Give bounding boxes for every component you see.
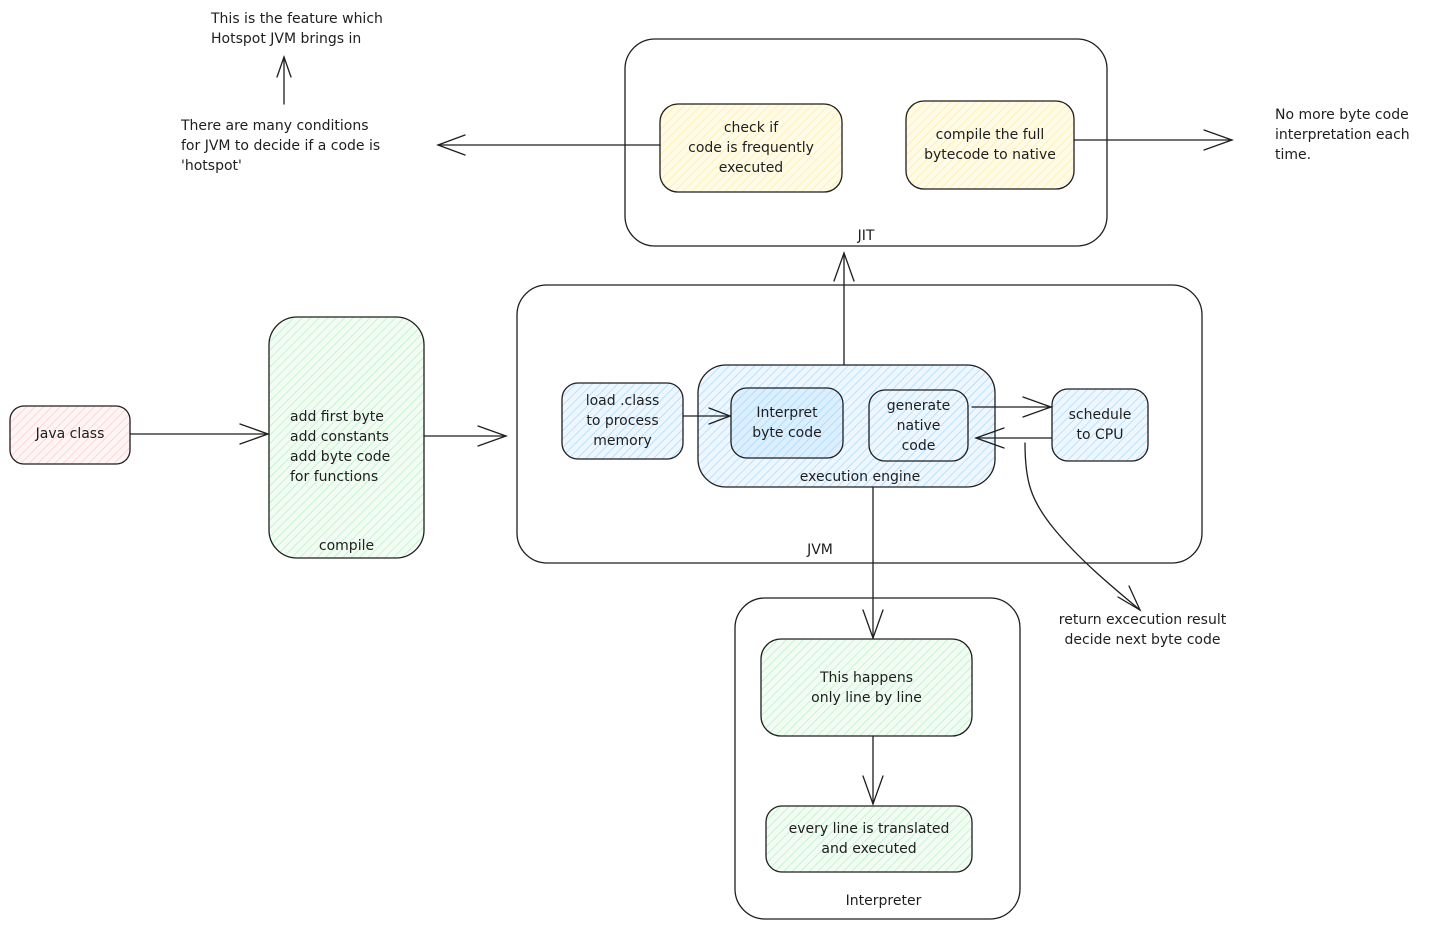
line-by-line-text: This happens only line by line — [811, 670, 922, 706]
interpreter-label: Interpreter — [845, 893, 922, 909]
note-hotspot-conditions: There are many conditions for JVM to dec… — [181, 118, 381, 174]
jvm-label: JVM — [807, 542, 833, 558]
java-class-label: Java class — [35, 426, 105, 442]
arrow-compile-to-jvm — [423, 425, 508, 447]
arrow-linebyline-to-translated — [862, 735, 884, 806]
note-no-more-interpretation: No more byte code interpretation each ti… — [1275, 107, 1410, 163]
execution-engine-label: execution engine — [799, 469, 921, 485]
translated-executed-text: every line is translated and executed — [788, 821, 950, 857]
jit-label: JIT — [857, 228, 875, 244]
generate-native-text: generate native code — [886, 398, 951, 454]
schedule-cpu-text: schedule to CPU — [1068, 407, 1132, 443]
arrow-engine-to-jit — [833, 251, 855, 366]
interpret-bytecode-text: Interpret byte code — [752, 405, 822, 441]
compile-label: compile — [318, 538, 375, 554]
arrow-java-to-compile — [129, 423, 270, 445]
jit-compile-native-text: compile the full bytecode to native — [924, 127, 1056, 163]
arrow-conditions-to-feature — [276, 55, 292, 105]
load-class-text: load .class to process memory — [585, 393, 660, 449]
note-return-result: return excecution result decide next byt… — [1058, 612, 1227, 648]
compile-steps-text: add first byte add constants add byte co… — [290, 409, 391, 485]
arrow-check-to-conditions — [436, 134, 661, 156]
arrow-compile-to-note — [1073, 129, 1234, 151]
arrow-return-result — [1024, 442, 1142, 612]
note-hotspot-feature: This is the feature which Hotspot JVM br… — [211, 11, 383, 47]
jit-check-frequency-text: check if code is frequently executed — [688, 120, 814, 176]
